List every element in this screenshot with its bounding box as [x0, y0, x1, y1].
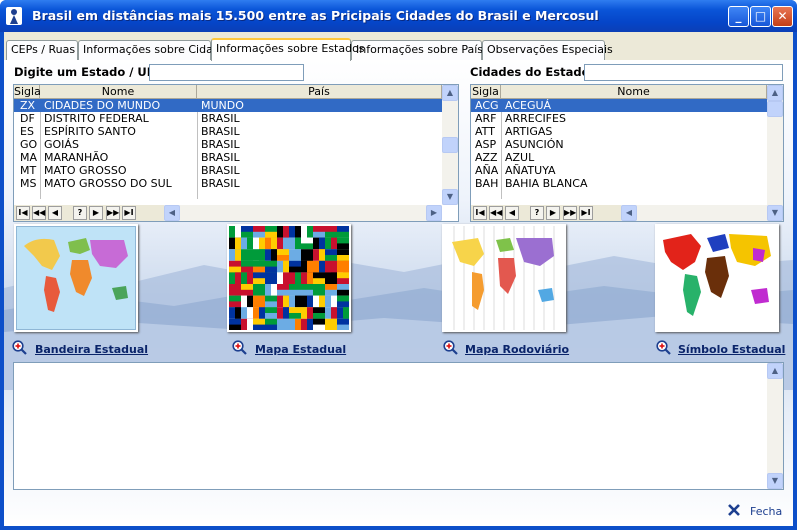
vertical-scrollbar[interactable]: ▲ ▼: [767, 85, 783, 221]
info-memo[interactable]: ▲ ▼: [13, 362, 784, 490]
close-x-icon[interactable]: [728, 504, 740, 516]
table-row[interactable]: MA MARANHÃO BRASIL: [14, 151, 442, 164]
last-record-button[interactable]: ▶I: [579, 206, 593, 220]
zoom-icon[interactable]: [232, 340, 247, 355]
scroll-right-icon[interactable]: ▶: [426, 205, 442, 221]
application-window: Brasil em distâncias mais 15.500 entre a…: [0, 0, 797, 530]
column-header[interactable]: Nome: [501, 85, 767, 99]
next-record-button[interactable]: ▶: [89, 206, 103, 220]
table-row[interactable]: DF DISTRITO FEDERAL BRASIL: [14, 112, 442, 125]
mapa-rodoviario-link[interactable]: Mapa Rodoviário: [465, 343, 569, 356]
scroll-down-icon[interactable]: ▼: [767, 205, 783, 221]
scroll-up-icon[interactable]: ▲: [442, 85, 458, 101]
table-row[interactable]: BAH BAHIA BLANCA: [471, 177, 767, 190]
table-row[interactable]: ATT ARTIGAS: [471, 125, 767, 138]
column-header[interactable]: Sigla: [471, 85, 501, 99]
horizontal-scrollbar[interactable]: ◀ ▶: [164, 205, 442, 221]
cities-grid[interactable]: Sigla Nome ACG ACEGUÁ ARF ARRECIFES ATT ART…: [470, 84, 784, 222]
next-record-button[interactable]: ▶: [546, 206, 560, 220]
table-row[interactable]: ES ESPÍRITO SANTO BRASIL: [14, 125, 442, 138]
continents-map-image[interactable]: [655, 224, 779, 332]
column-header[interactable]: País: [197, 85, 442, 99]
zoom-icon[interactable]: [12, 340, 27, 355]
next-page-button[interactable]: ▶▶: [563, 206, 577, 220]
help-button[interactable]: ?: [73, 206, 87, 220]
app-icon: [6, 7, 22, 25]
tab-panel: Digite um Estado / UF: Cidades do Estado…: [4, 60, 793, 526]
scroll-up-icon[interactable]: ▲: [767, 363, 783, 379]
flags-image[interactable]: [227, 224, 351, 332]
prior-record-button[interactable]: ◀: [48, 206, 62, 220]
simbolo-estadual-link[interactable]: Símbolo Estadual: [678, 343, 785, 356]
scroll-left-icon[interactable]: ◀: [621, 205, 637, 221]
table-row[interactable]: ASP ASUNCIÓN: [471, 138, 767, 151]
maximize-button[interactable]: □: [750, 6, 771, 27]
bandeira-estadual-link[interactable]: Bandeira Estadual: [35, 343, 148, 356]
vertical-scrollbar[interactable]: ▲ ▼: [767, 363, 783, 489]
prior-page-button[interactable]: ◀◀: [489, 206, 503, 220]
table-row[interactable]: MT MATO GROSSO BRASIL: [14, 164, 442, 177]
timezone-map-image[interactable]: [442, 224, 566, 332]
zoom-icon[interactable]: [443, 340, 458, 355]
column-header[interactable]: Nome: [40, 85, 197, 99]
record-navigator: I◀ ◀◀ ◀ ? ▶ ▶▶ ▶I: [471, 205, 621, 221]
scroll-left-icon[interactable]: ◀: [164, 205, 180, 221]
tab-observacoes[interactable]: Observações Especiais: [482, 40, 613, 60]
close-button[interactable]: ✕: [772, 6, 793, 27]
table-row[interactable]: AZZ AZUL: [471, 151, 767, 164]
scroll-up-icon[interactable]: ▲: [767, 85, 783, 101]
scroll-thumb[interactable]: [442, 137, 458, 153]
prior-record-button[interactable]: ◀: [505, 206, 519, 220]
cities-input[interactable]: [584, 64, 783, 81]
tab-info-estados[interactable]: Informações sobre Estados: [211, 38, 365, 61]
table-row[interactable]: AÑA AÑATUYA: [471, 164, 767, 177]
table-row[interactable]: ACG ACEGUÁ: [471, 99, 767, 112]
table-row[interactable]: ZX CIDADES DO MUNDO MUNDO: [14, 99, 442, 112]
scroll-down-icon[interactable]: ▼: [442, 189, 458, 205]
last-record-button[interactable]: ▶I: [122, 206, 136, 220]
world-map-image[interactable]: [14, 224, 138, 332]
table-row[interactable]: GO GOIÁS BRASIL: [14, 138, 442, 151]
state-search-input[interactable]: [149, 64, 304, 81]
horizontal-scrollbar[interactable]: ◀: [621, 205, 767, 221]
minimize-button[interactable]: _: [728, 6, 749, 27]
tab-info-cidade[interactable]: Informações sobre Cidade: [78, 40, 227, 60]
first-record-button[interactable]: I◀: [473, 206, 487, 220]
cities-label: Cidades do Estado:: [470, 65, 595, 79]
first-record-button[interactable]: I◀: [16, 206, 30, 220]
client-area: CEPs / Ruas Informações sobre Cidade Inf…: [4, 32, 793, 526]
help-button[interactable]: ?: [530, 206, 544, 220]
prior-page-button[interactable]: ◀◀: [32, 206, 46, 220]
scroll-thumb[interactable]: [767, 101, 783, 117]
window-title: Brasil em distâncias mais 15.500 entre a…: [32, 8, 599, 23]
zoom-icon[interactable]: [656, 340, 671, 355]
states-grid[interactable]: Sigla Nome País ZX CIDADES DO MUNDO MUNDO …: [13, 84, 459, 222]
tab-ceps-ruas[interactable]: CEPs / Ruas: [6, 40, 78, 60]
column-header[interactable]: Sigla: [14, 85, 41, 99]
tab-info-paises[interactable]: Informações sobre Países: [351, 40, 496, 60]
state-search-label: Digite um Estado / UF:: [14, 65, 159, 79]
fecha-button[interactable]: Fecha: [750, 505, 782, 518]
table-row[interactable]: MS MATO GROSSO DO SUL BRASIL: [14, 177, 442, 190]
vertical-scrollbar[interactable]: ▲ ▼: [442, 85, 458, 205]
mapa-estadual-link[interactable]: Mapa Estadual: [255, 343, 346, 356]
record-navigator: I◀ ◀◀ ◀ ? ▶ ▶▶ ▶I: [14, 205, 164, 221]
title-bar[interactable]: Brasil em distâncias mais 15.500 entre a…: [0, 0, 797, 32]
table-row[interactable]: ARF ARRECIFES: [471, 112, 767, 125]
scroll-down-icon[interactable]: ▼: [767, 473, 783, 489]
next-page-button[interactable]: ▶▶: [106, 206, 120, 220]
